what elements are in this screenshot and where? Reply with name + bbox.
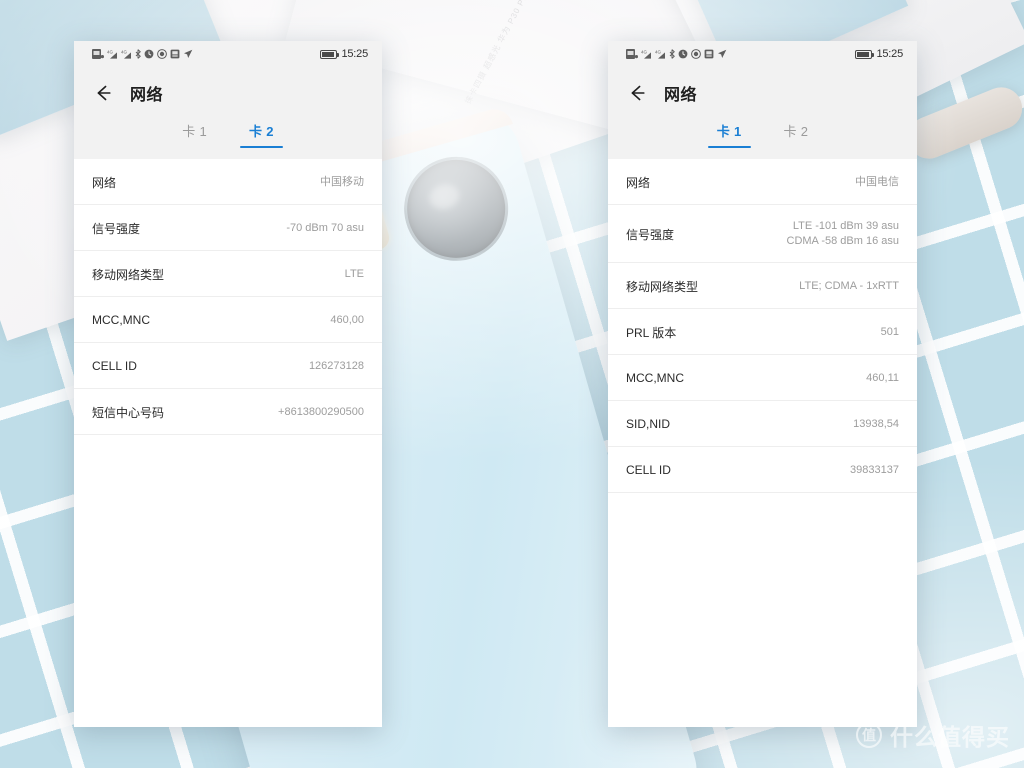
signal-bars-icon: 4G [107,50,117,59]
tab-sim-1[interactable]: 卡 1 [176,119,213,148]
bluetooth-icon [135,49,141,59]
row-value: 460,00 [330,313,364,326]
status-bar-left: 4G 4G 15:25 [74,41,382,67]
table-row[interactable]: MCC,MNC 460,11 [608,355,917,401]
table-row[interactable]: CELL ID 39833137 [608,447,917,493]
back-arrow-icon[interactable] [92,82,114,104]
location-icon [184,49,193,58]
row-value: LTE -101 dBm 39 asu CDMA -58 dBm 16 asu [786,220,900,247]
bluetooth-icon [669,49,675,59]
tab-sim-2[interactable]: 卡 2 [240,119,283,148]
status-icons-left: 4G 4G [92,49,193,59]
row-label: MCC,MNC [626,371,684,385]
row-label: 移动网络类型 [626,279,699,294]
row-label: 移动网络类型 [92,267,165,282]
row-label: 信号强度 [626,227,675,242]
row-value: LTE; CDMA - 1xRTT [799,279,899,292]
battery-full-icon [320,49,340,59]
table-row[interactable]: PRL 版本 501 [608,309,917,355]
row-label: 网络 [626,175,651,190]
row-value: -70 dBm 70 asu [286,221,364,234]
table-row[interactable]: 信号强度 LTE -101 dBm 39 asu CDMA -58 dBm 16… [608,205,917,263]
row-value: +8613800290500 [278,405,364,418]
network-info-list-left: 网络 中国移动 信号强度 -70 dBm 70 asu 移动网络类型 LTE M… [74,159,382,435]
status-icons-left-right-shot: 4G 4G [626,49,727,59]
signal-bars-icon: 4G [655,50,665,59]
signal-bars-icon: 4G [121,50,131,59]
row-value: 126273128 [308,359,364,372]
row-value: 中国电信 [855,175,899,188]
row-value: LTE [344,267,364,280]
row-label: PRL 版本 [626,325,677,340]
svg-text:4G: 4G [641,50,647,55]
header-band-left: 4G 4G 15:25 网络 卡 1 卡 2 [74,41,382,159]
battery-full-icon [855,49,875,59]
row-label: SID,NID [626,417,671,431]
table-row[interactable]: SID,NID 13938,54 [608,401,917,447]
status-clock: 15:25 [876,48,903,60]
back-arrow-icon[interactable] [626,82,648,104]
sim-card-icon [92,49,104,59]
table-row[interactable]: 短信中心号码 +8613800290500 [74,389,382,435]
svg-text:4G: 4G [655,50,661,55]
svg-text:4G: 4G [107,50,113,55]
location-icon [718,49,727,58]
alarm-clock-icon [678,49,688,59]
row-value: 13938,54 [853,417,899,430]
watermark-badge-icon: 值 [856,722,882,748]
row-label: 短信中心号码 [92,405,165,420]
do-not-disturb-icon [157,49,167,59]
row-value: 501 [880,325,899,338]
status-icons-right-left-shot: 15:25 [320,48,368,60]
watermark-text: 什么值得买 [890,724,1010,750]
row-value: 460,11 [866,371,899,384]
table-row[interactable]: 移动网络类型 LTE [74,251,382,297]
table-row[interactable]: CELL ID 126273128 [74,343,382,389]
alarm-clock-icon [144,49,154,59]
svg-text:4G: 4G [121,50,127,55]
title-row-right: 网络 [608,67,917,119]
sim-card-icon [626,49,638,59]
table-row[interactable]: 网络 中国移动 [74,159,382,205]
tab-sim-2[interactable]: 卡 2 [778,119,815,148]
table-row[interactable]: 移动网络类型 LTE; CDMA - 1xRTT [608,263,917,309]
do-not-disturb-icon [691,49,701,59]
tab-sim-1[interactable]: 卡 1 [707,119,751,148]
signal-bars-icon: 4G [641,50,651,59]
sd-card-icon [704,49,714,59]
sim-tabs-right: 卡 1 卡 2 [608,119,917,159]
smzdm-watermark: 值 什么值得买 [856,718,1010,752]
status-icons-right-right-shot: 15:25 [855,48,903,60]
row-value: 39833137 [850,463,899,476]
screenshot-right: 4G 4G 15:25 网络 卡 1 卡 2 网络 中国电信 信号强度 LTE … [608,41,917,727]
sim-tabs-left: 卡 1 卡 2 [74,119,382,159]
table-row[interactable]: 网络 中国电信 [608,159,917,205]
title-row-left: 网络 [74,67,382,119]
page-title: 网络 [664,87,698,104]
header-band-right: 4G 4G 15:25 网络 卡 1 卡 2 [608,41,917,159]
row-label: 信号强度 [92,221,141,236]
sd-card-icon [170,49,180,59]
table-row[interactable]: MCC,MNC 460,00 [74,297,382,343]
row-label: CELL ID [626,463,671,477]
screenshot-left: 4G 4G 15:25 网络 卡 1 卡 2 网络 中国移动 信号强度 -70 … [74,41,382,727]
row-value: 中国移动 [320,175,364,188]
row-label: 网络 [92,175,117,190]
status-clock: 15:25 [341,48,368,60]
row-label: MCC,MNC [92,313,150,327]
row-label: CELL ID [92,359,137,373]
table-row[interactable]: 信号强度 -70 dBm 70 asu [74,205,382,251]
network-info-list-right: 网络 中国电信 信号强度 LTE -101 dBm 39 asu CDMA -5… [608,159,917,493]
page-title: 网络 [130,87,164,104]
status-bar-right: 4G 4G 15:25 [608,41,917,67]
